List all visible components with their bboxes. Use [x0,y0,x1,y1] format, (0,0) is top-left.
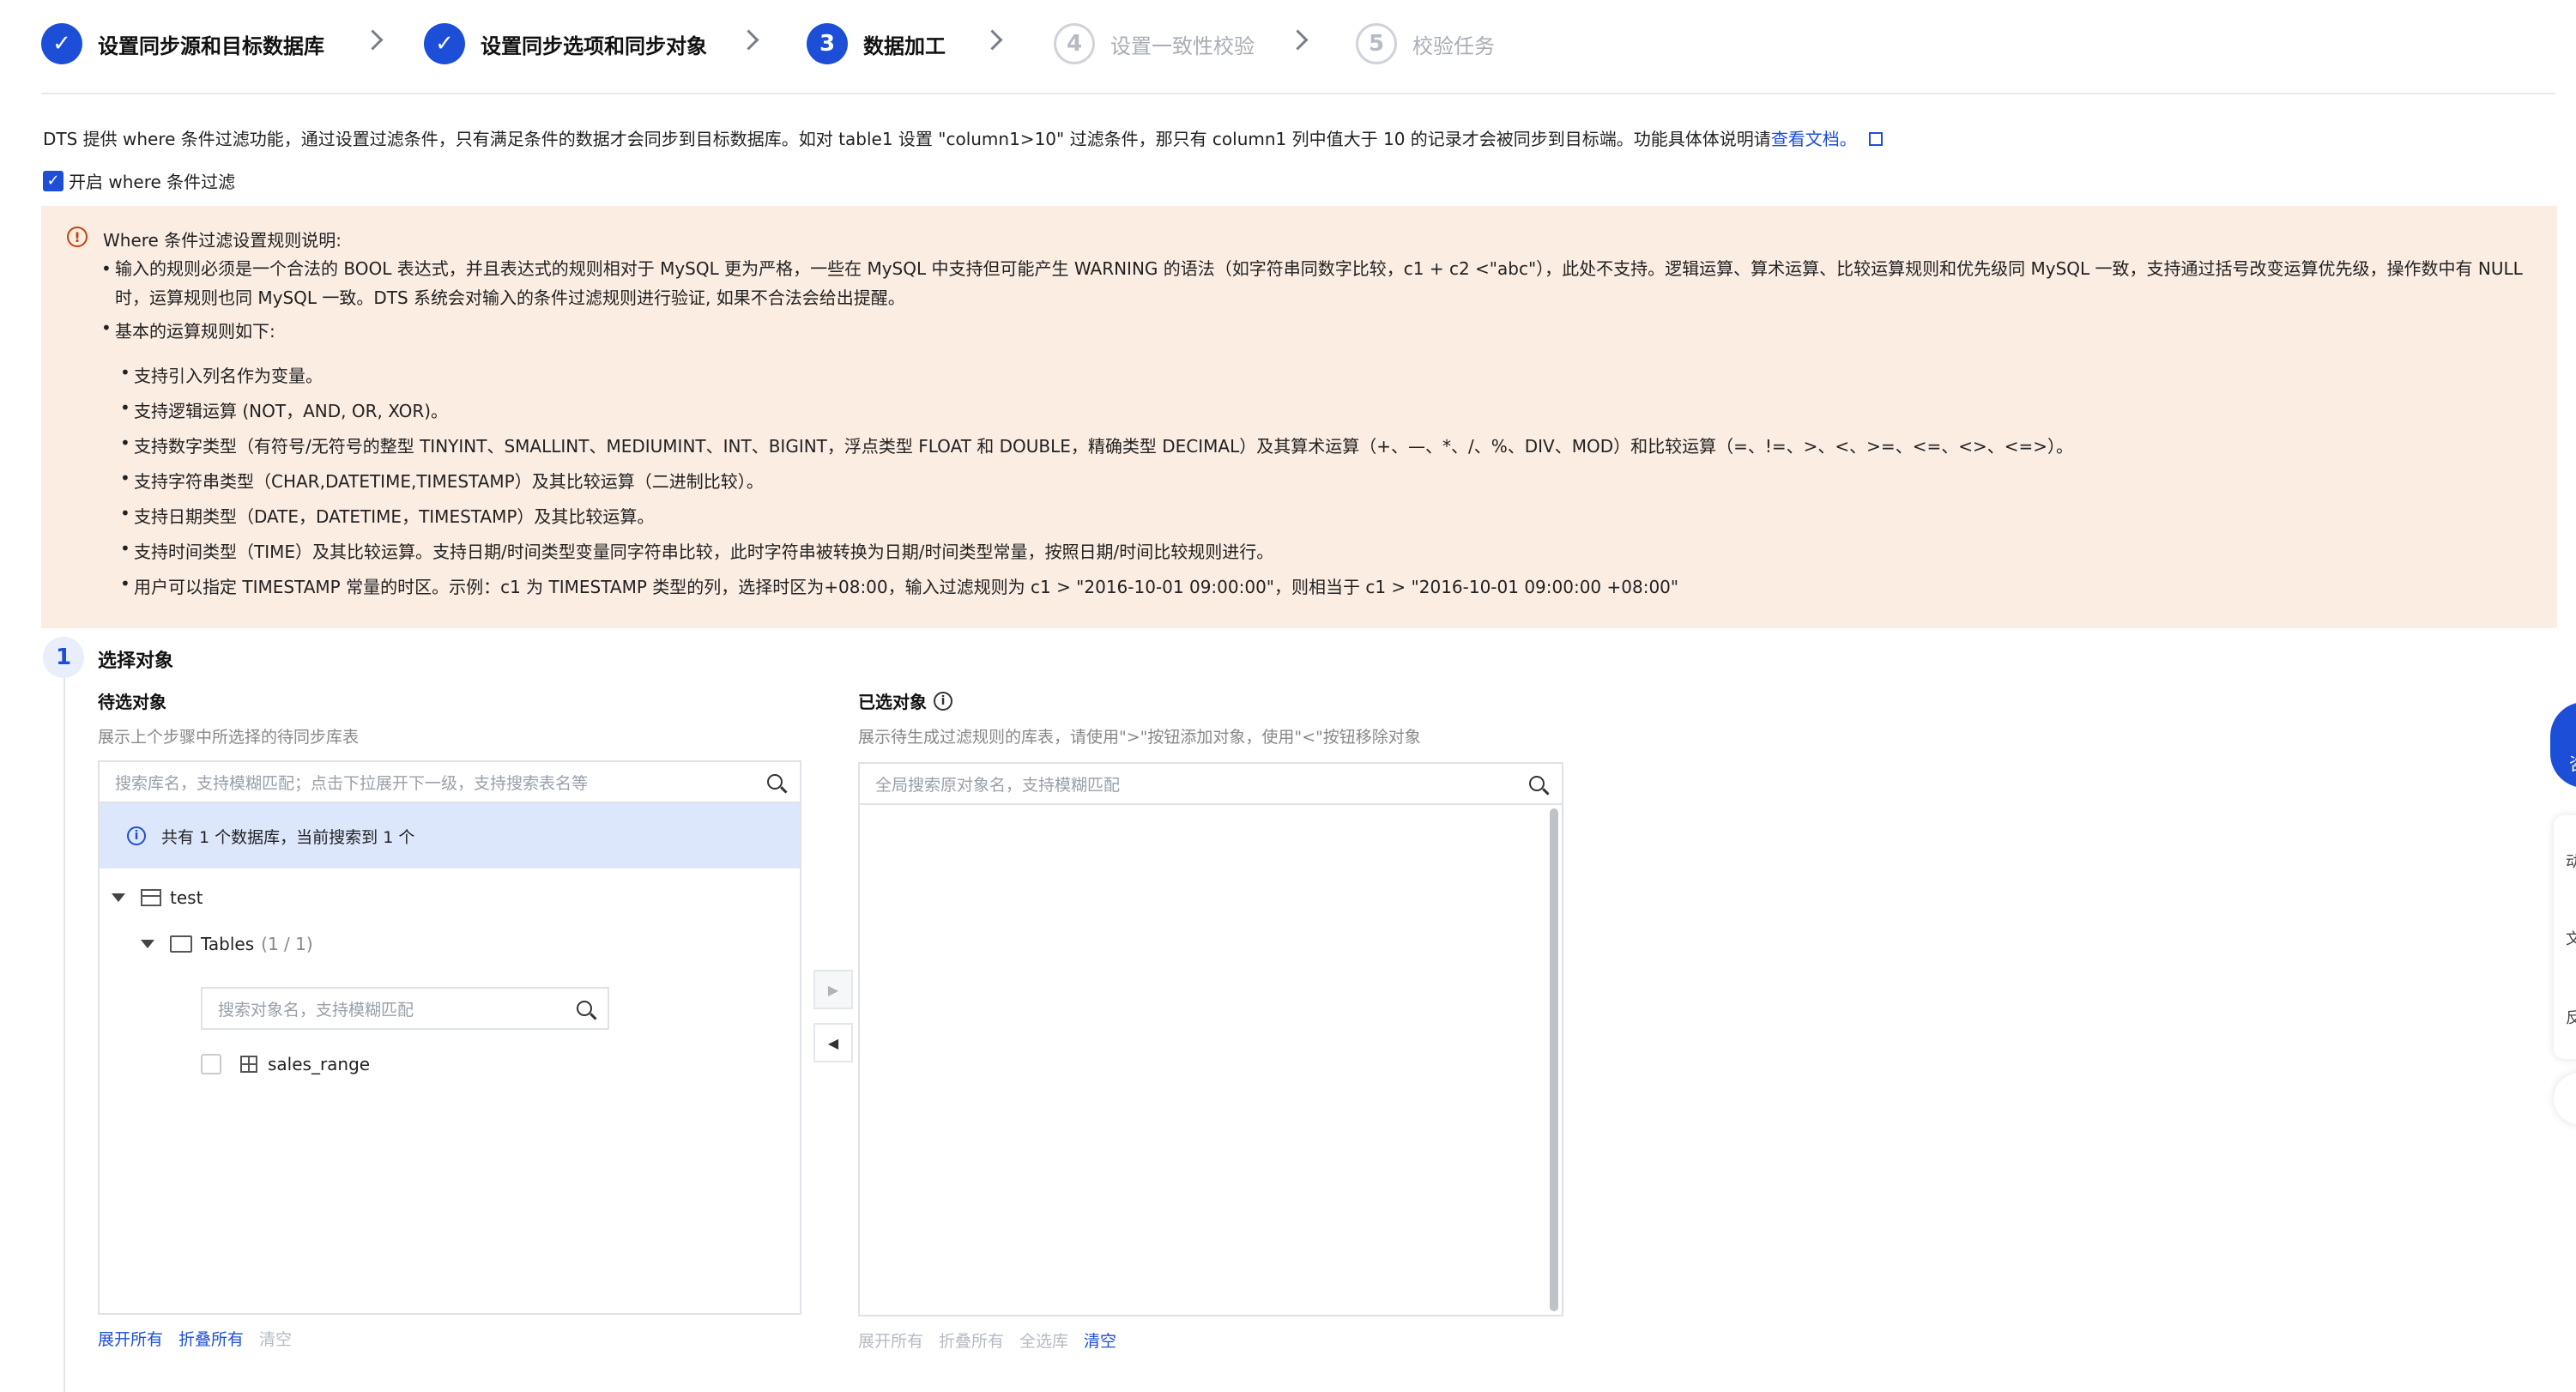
left-panel-subtitle: 展示上个步骤中所选择的待同步库表 [98,728,360,747]
step-number: 5 [1356,23,1397,64]
right-panel-title: 已选对象 [858,692,927,712]
caret-down-icon[interactable] [141,940,154,948]
info-icon: i [127,826,146,845]
database-icon [141,889,161,906]
object-search-input[interactable]: 搜索对象名，支持模糊匹配 [201,987,609,1030]
section-title: 选择对象 [98,651,174,672]
where-filter-toggle[interactable]: ✓ 开启 where 条件过滤 [43,168,235,193]
divider [41,93,2555,94]
notice-title: Where 条件过滤设置规则说明: [103,230,342,251]
database-name: test [170,887,203,908]
selected-search-input[interactable]: 全局搜索原对象名，支持模糊匹配 [860,764,1562,805]
notice-bullet-text: 基本的运算规则如下: [115,321,275,342]
caret-down-icon[interactable] [112,893,125,902]
collapse-all-link[interactable]: 折叠所有 [178,1327,244,1350]
step-number: 4 [1054,23,1095,64]
bullet-dot: • [101,318,112,338]
right-panel-subtitle: 展示待生成过滤规则的库表，请使用">"按钮添加对象，使用"<"按钮移除对象 [858,728,1421,747]
step-5[interactable]: 5 校验任务 [1356,19,1495,69]
rule-item: • 支持引入列名作为变量。 [120,362,323,386]
table-name: sales_range [268,1054,371,1074]
select-all-db-link[interactable]: 全选库 [1019,1328,1068,1352]
scrollbar[interactable] [1550,808,1558,1311]
float-item[interactable]: 反 [2566,1006,2576,1028]
bullet-dot: • [101,258,112,279]
expand-all-link[interactable]: 展开所有 [858,1328,923,1352]
docs-link[interactable]: 查看文档。 [1771,129,1857,149]
rule-item: • 支持逻辑运算 (NOT，AND, OR, XOR)。 [120,397,449,421]
intro-text: DTS 提供 where 条件过滤功能，通过设置过滤条件，只有满足条件的数据才会… [43,125,1883,150]
where-filter-label: 开启 where 条件过滤 [69,172,236,192]
floating-toolbar: 动 文 反 [2554,815,2576,1059]
left-panel-actions: 展开所有 折叠所有 清空 [98,1327,292,1350]
right-panel-title-row: 已选对象 i [858,688,952,713]
source-search-input[interactable]: 搜索库名，支持模糊匹配；点击下拉展开下一级，支持搜索表名等 [100,762,800,803]
consult-label: 咨 [2569,750,2576,775]
step-2[interactable]: ✓ 设置同步选项和同步对象 [424,19,707,69]
chevron-right-icon [738,29,759,51]
folder-name: Tables [201,934,255,954]
section-number: 1 [43,637,84,678]
search-icon[interactable] [1529,776,1545,791]
table-icon [240,1056,257,1073]
step-1[interactable]: ✓ 设置同步源和目标数据库 [41,19,324,69]
expand-all-link[interactable]: 展开所有 [98,1327,163,1350]
float-item[interactable]: 动 [2566,850,2576,872]
search-icon[interactable] [767,774,783,790]
collapse-all-link[interactable]: 折叠所有 [939,1328,1004,1352]
tree-node-database[interactable]: test [112,887,203,908]
info-icon[interactable]: i [934,691,952,711]
table-checkbox[interactable] [201,1054,221,1074]
folder-icon [170,935,192,953]
notice-bullet-text: 输入的规则必须是一个合法的 BOOL 表达式，并且表达式的规则相对于 MySQL… [115,258,2523,308]
remove-object-button[interactable]: ◀ [813,1023,853,1062]
check-icon: ✓ [424,23,465,64]
float-item[interactable]: 文 [2566,927,2576,949]
step-4[interactable]: 4 设置一致性校验 [1054,19,1255,69]
step-label: 校验任务 [1412,33,1495,58]
search-placeholder: 全局搜索原对象名，支持模糊匹配 [875,775,1121,795]
right-panel-actions: 展开所有 折叠所有 全选库 清空 [858,1328,1116,1352]
notice-bullet-2: • 基本的运算规则如下: [101,318,275,342]
info-text: 共有 1 个数据库，当前搜索到 1 个 [161,827,415,847]
notice-bullet-1: • 输入的规则必须是一个合法的 BOOL 表达式，并且表达式的规则相对于 MyS… [101,254,2538,312]
consult-button[interactable]: 咨 [2550,702,2576,788]
step-label: 数据加工 [863,33,946,58]
tree-node-table[interactable]: sales_range [201,1054,370,1074]
intro-description: DTS 提供 where 条件过滤功能，通过设置过滤条件，只有满足条件的数据才会… [43,129,1771,149]
rule-item: • 支持字符串类型（CHAR,DATETIME,TIMESTAMP）及其比较运算（… [120,468,764,492]
chevron-right-icon [982,29,1003,51]
step-number: 3 [807,23,848,64]
rules-notice: ! Where 条件过滤设置规则说明: • 输入的规则必须是一个合法的 BOOL… [41,206,2557,628]
external-link-icon[interactable] [1868,132,1883,146]
rule-item: • 支持数字类型（有符号/无符号的整型 TINYINT、SMALLINT、MEDI… [120,433,2073,457]
search-result-info: i 共有 1 个数据库，当前搜索到 1 个 [100,803,800,868]
search-placeholder: 搜索对象名，支持模糊匹配 [218,1000,414,1020]
check-icon: ✓ [41,23,82,64]
step-bar: ✓ 设置同步源和目标数据库 ✓ 设置同步选项和同步对象 3 数据加工 4 设置一… [41,19,2576,69]
step-label: 设置同步选项和同步对象 [481,33,707,58]
rule-item: • 用户可以指定 TIMESTAMP 常量的时区。示例：c1 为 TIMESTAM… [120,573,1679,597]
left-panel-title: 待选对象 [98,692,166,712]
rule-item: • 支持日期类型（DATE，DATETIME，TIMESTAMP）及其比较运算。 [120,503,655,527]
step-label: 设置一致性校验 [1110,33,1255,58]
step-3[interactable]: 3 数据加工 [807,19,946,69]
search-placeholder: 搜索库名，支持模糊匹配；点击下拉展开下一级，支持搜索表名等 [115,773,589,793]
scroll-top-button[interactable] [2554,1073,2576,1124]
clear-link[interactable]: 清空 [259,1327,292,1350]
rule-item: • 支持时间类型（TIME）及其比较运算。支持日期/时间类型变量同字符串比较，此时… [120,538,1274,562]
step-label: 设置同步源和目标数据库 [98,33,324,58]
checkbox-checked-icon[interactable]: ✓ [43,170,63,191]
clear-link[interactable]: 清空 [1084,1328,1116,1352]
warning-icon: ! [67,227,88,247]
tree-node-tables[interactable]: Tables (1 / 1) [141,934,313,954]
chevron-right-icon [1287,29,1309,51]
add-object-button[interactable]: ▶ [813,970,853,1009]
search-icon[interactable] [577,1001,592,1016]
selected-objects-panel: 全局搜索原对象名，支持模糊匹配 [858,762,1563,1316]
folder-count: (1 / 1) [261,934,313,954]
section-line [63,669,65,1392]
source-objects-panel: 搜索库名，支持模糊匹配；点击下拉展开下一级，支持搜索表名等 i 共有 1 个数据… [98,760,801,1315]
chevron-right-icon [362,29,384,51]
